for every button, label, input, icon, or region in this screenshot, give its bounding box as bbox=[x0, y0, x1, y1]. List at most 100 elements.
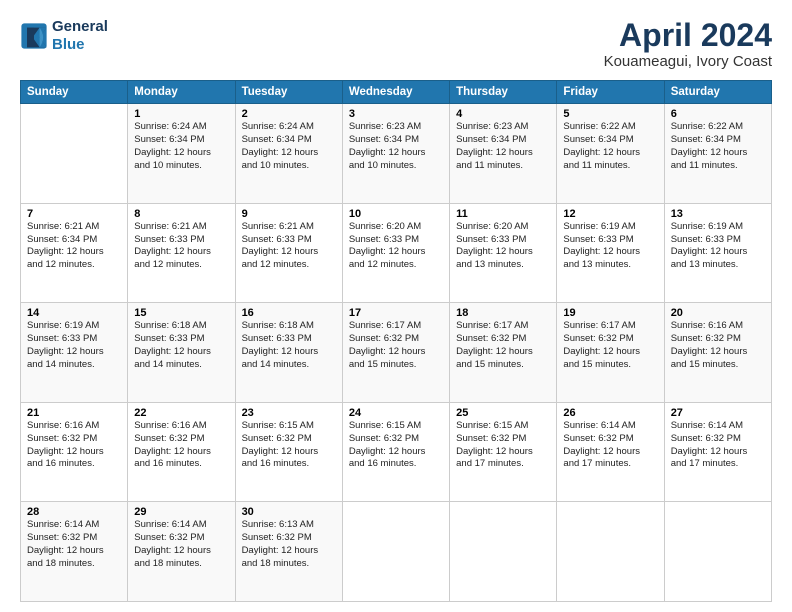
day-number: 24 bbox=[349, 407, 443, 419]
calendar-cell: 24Sunrise: 6:15 AM Sunset: 6:32 PM Dayli… bbox=[342, 402, 449, 502]
calendar-cell bbox=[342, 502, 449, 602]
calendar-cell: 11Sunrise: 6:20 AM Sunset: 6:33 PM Dayli… bbox=[450, 203, 557, 303]
calendar-cell: 5Sunrise: 6:22 AM Sunset: 6:34 PM Daylig… bbox=[557, 104, 664, 204]
calendar-cell: 25Sunrise: 6:15 AM Sunset: 6:32 PM Dayli… bbox=[450, 402, 557, 502]
day-number: 10 bbox=[349, 208, 443, 220]
calendar-cell: 3Sunrise: 6:23 AM Sunset: 6:34 PM Daylig… bbox=[342, 104, 449, 204]
calendar-cell bbox=[450, 502, 557, 602]
day-detail: Sunrise: 6:23 AM Sunset: 6:34 PM Dayligh… bbox=[349, 121, 443, 172]
day-detail: Sunrise: 6:19 AM Sunset: 6:33 PM Dayligh… bbox=[563, 221, 657, 272]
week-row-3: 14Sunrise: 6:19 AM Sunset: 6:33 PM Dayli… bbox=[21, 303, 772, 403]
day-detail: Sunrise: 6:15 AM Sunset: 6:32 PM Dayligh… bbox=[242, 420, 336, 471]
header: General Blue April 2024 Kouameagui, Ivor… bbox=[20, 18, 772, 70]
calendar-cell: 17Sunrise: 6:17 AM Sunset: 6:32 PM Dayli… bbox=[342, 303, 449, 403]
day-number: 4 bbox=[456, 108, 550, 120]
day-number: 3 bbox=[349, 108, 443, 120]
week-row-4: 21Sunrise: 6:16 AM Sunset: 6:32 PM Dayli… bbox=[21, 402, 772, 502]
calendar-cell: 18Sunrise: 6:17 AM Sunset: 6:32 PM Dayli… bbox=[450, 303, 557, 403]
day-number: 13 bbox=[671, 208, 765, 220]
calendar-cell: 19Sunrise: 6:17 AM Sunset: 6:32 PM Dayli… bbox=[557, 303, 664, 403]
page-title: April 2024 bbox=[604, 18, 772, 53]
calendar-cell: 20Sunrise: 6:16 AM Sunset: 6:32 PM Dayli… bbox=[664, 303, 771, 403]
logo: General Blue bbox=[20, 18, 108, 54]
day-number: 7 bbox=[27, 208, 121, 220]
day-detail: Sunrise: 6:16 AM Sunset: 6:32 PM Dayligh… bbox=[27, 420, 121, 471]
calendar-cell: 22Sunrise: 6:16 AM Sunset: 6:32 PM Dayli… bbox=[128, 402, 235, 502]
day-number: 5 bbox=[563, 108, 657, 120]
day-number: 12 bbox=[563, 208, 657, 220]
day-number: 29 bbox=[134, 506, 228, 518]
calendar-cell: 8Sunrise: 6:21 AM Sunset: 6:33 PM Daylig… bbox=[128, 203, 235, 303]
calendar-cell: 26Sunrise: 6:14 AM Sunset: 6:32 PM Dayli… bbox=[557, 402, 664, 502]
calendar-cell: 4Sunrise: 6:23 AM Sunset: 6:34 PM Daylig… bbox=[450, 104, 557, 204]
title-block: April 2024 Kouameagui, Ivory Coast bbox=[604, 18, 772, 70]
calendar-cell: 28Sunrise: 6:14 AM Sunset: 6:32 PM Dayli… bbox=[21, 502, 128, 602]
day-header-thursday: Thursday bbox=[450, 81, 557, 104]
day-number: 22 bbox=[134, 407, 228, 419]
page: General Blue April 2024 Kouameagui, Ivor… bbox=[0, 0, 792, 612]
day-detail: Sunrise: 6:21 AM Sunset: 6:33 PM Dayligh… bbox=[134, 221, 228, 272]
day-detail: Sunrise: 6:21 AM Sunset: 6:33 PM Dayligh… bbox=[242, 221, 336, 272]
day-detail: Sunrise: 6:23 AM Sunset: 6:34 PM Dayligh… bbox=[456, 121, 550, 172]
calendar-cell: 21Sunrise: 6:16 AM Sunset: 6:32 PM Dayli… bbox=[21, 402, 128, 502]
day-number: 17 bbox=[349, 307, 443, 319]
day-detail: Sunrise: 6:14 AM Sunset: 6:32 PM Dayligh… bbox=[563, 420, 657, 471]
logo-icon bbox=[20, 22, 48, 50]
day-number: 16 bbox=[242, 307, 336, 319]
day-header-tuesday: Tuesday bbox=[235, 81, 342, 104]
calendar-cell: 14Sunrise: 6:19 AM Sunset: 6:33 PM Dayli… bbox=[21, 303, 128, 403]
day-detail: Sunrise: 6:19 AM Sunset: 6:33 PM Dayligh… bbox=[671, 221, 765, 272]
day-number: 1 bbox=[134, 108, 228, 120]
day-detail: Sunrise: 6:17 AM Sunset: 6:32 PM Dayligh… bbox=[349, 320, 443, 371]
calendar-cell: 2Sunrise: 6:24 AM Sunset: 6:34 PM Daylig… bbox=[235, 104, 342, 204]
day-header-friday: Friday bbox=[557, 81, 664, 104]
calendar-cell: 27Sunrise: 6:14 AM Sunset: 6:32 PM Dayli… bbox=[664, 402, 771, 502]
day-number: 14 bbox=[27, 307, 121, 319]
day-number: 19 bbox=[563, 307, 657, 319]
calendar-cell: 10Sunrise: 6:20 AM Sunset: 6:33 PM Dayli… bbox=[342, 203, 449, 303]
calendar-cell: 30Sunrise: 6:13 AM Sunset: 6:32 PM Dayli… bbox=[235, 502, 342, 602]
day-number: 21 bbox=[27, 407, 121, 419]
calendar-cell bbox=[21, 104, 128, 204]
day-number: 8 bbox=[134, 208, 228, 220]
day-detail: Sunrise: 6:16 AM Sunset: 6:32 PM Dayligh… bbox=[134, 420, 228, 471]
day-number: 15 bbox=[134, 307, 228, 319]
week-row-1: 1Sunrise: 6:24 AM Sunset: 6:34 PM Daylig… bbox=[21, 104, 772, 204]
day-number: 27 bbox=[671, 407, 765, 419]
day-number: 11 bbox=[456, 208, 550, 220]
day-detail: Sunrise: 6:20 AM Sunset: 6:33 PM Dayligh… bbox=[456, 221, 550, 272]
calendar-cell bbox=[664, 502, 771, 602]
day-number: 6 bbox=[671, 108, 765, 120]
calendar-cell: 1Sunrise: 6:24 AM Sunset: 6:34 PM Daylig… bbox=[128, 104, 235, 204]
calendar-cell: 7Sunrise: 6:21 AM Sunset: 6:34 PM Daylig… bbox=[21, 203, 128, 303]
day-number: 2 bbox=[242, 108, 336, 120]
page-subtitle: Kouameagui, Ivory Coast bbox=[604, 53, 772, 70]
day-detail: Sunrise: 6:24 AM Sunset: 6:34 PM Dayligh… bbox=[242, 121, 336, 172]
day-number: 9 bbox=[242, 208, 336, 220]
calendar-cell: 6Sunrise: 6:22 AM Sunset: 6:34 PM Daylig… bbox=[664, 104, 771, 204]
calendar-header-row: SundayMondayTuesdayWednesdayThursdayFrid… bbox=[21, 81, 772, 104]
day-detail: Sunrise: 6:22 AM Sunset: 6:34 PM Dayligh… bbox=[563, 121, 657, 172]
week-row-5: 28Sunrise: 6:14 AM Sunset: 6:32 PM Dayli… bbox=[21, 502, 772, 602]
day-detail: Sunrise: 6:21 AM Sunset: 6:34 PM Dayligh… bbox=[27, 221, 121, 272]
day-detail: Sunrise: 6:24 AM Sunset: 6:34 PM Dayligh… bbox=[134, 121, 228, 172]
calendar-cell: 13Sunrise: 6:19 AM Sunset: 6:33 PM Dayli… bbox=[664, 203, 771, 303]
week-row-2: 7Sunrise: 6:21 AM Sunset: 6:34 PM Daylig… bbox=[21, 203, 772, 303]
day-detail: Sunrise: 6:17 AM Sunset: 6:32 PM Dayligh… bbox=[563, 320, 657, 371]
day-detail: Sunrise: 6:17 AM Sunset: 6:32 PM Dayligh… bbox=[456, 320, 550, 371]
calendar-cell: 23Sunrise: 6:15 AM Sunset: 6:32 PM Dayli… bbox=[235, 402, 342, 502]
calendar-cell: 29Sunrise: 6:14 AM Sunset: 6:32 PM Dayli… bbox=[128, 502, 235, 602]
day-detail: Sunrise: 6:16 AM Sunset: 6:32 PM Dayligh… bbox=[671, 320, 765, 371]
day-detail: Sunrise: 6:15 AM Sunset: 6:32 PM Dayligh… bbox=[349, 420, 443, 471]
day-header-wednesday: Wednesday bbox=[342, 81, 449, 104]
day-detail: Sunrise: 6:18 AM Sunset: 6:33 PM Dayligh… bbox=[242, 320, 336, 371]
day-detail: Sunrise: 6:13 AM Sunset: 6:32 PM Dayligh… bbox=[242, 519, 336, 570]
day-header-sunday: Sunday bbox=[21, 81, 128, 104]
day-detail: Sunrise: 6:18 AM Sunset: 6:33 PM Dayligh… bbox=[134, 320, 228, 371]
day-header-monday: Monday bbox=[128, 81, 235, 104]
day-number: 23 bbox=[242, 407, 336, 419]
day-number: 26 bbox=[563, 407, 657, 419]
day-number: 30 bbox=[242, 506, 336, 518]
logo-text: General Blue bbox=[52, 18, 108, 54]
calendar-cell: 12Sunrise: 6:19 AM Sunset: 6:33 PM Dayli… bbox=[557, 203, 664, 303]
